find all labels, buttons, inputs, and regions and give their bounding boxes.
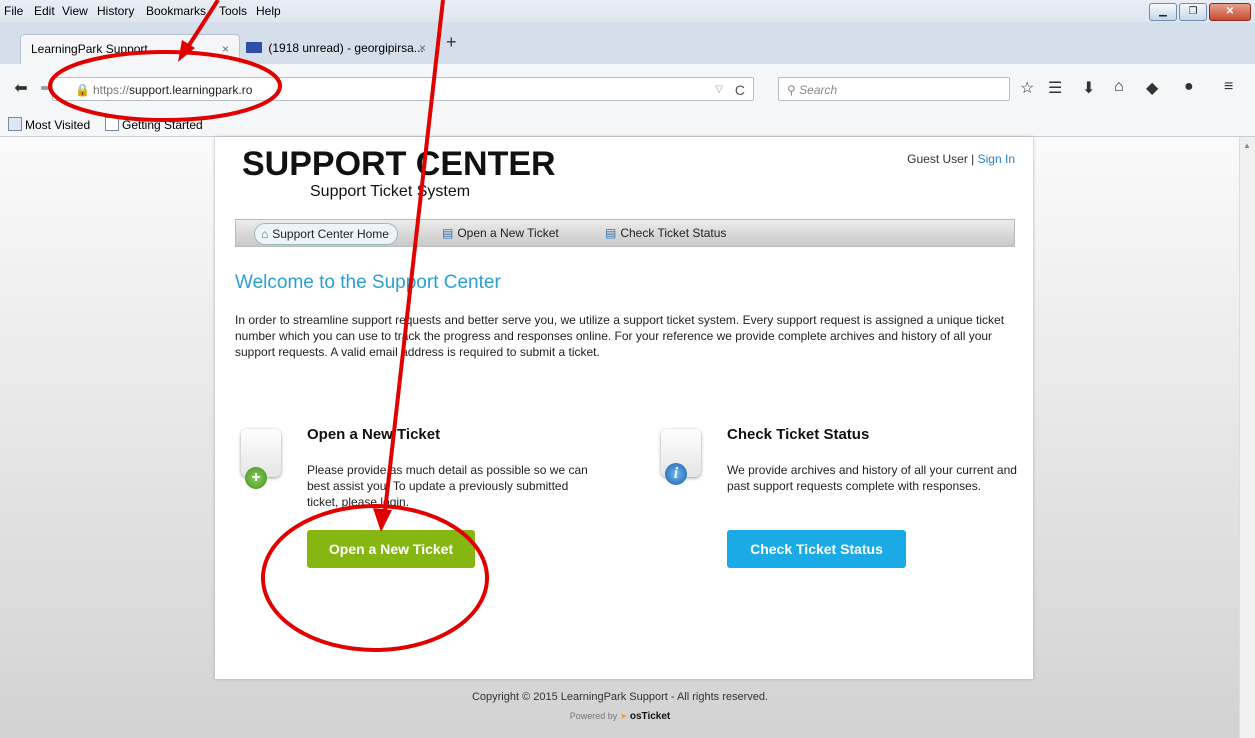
folder-icon <box>8 117 22 131</box>
address-bar[interactable]: 🔒 https://support.learningpark.ro ▽ C <box>52 77 754 101</box>
status-icon: ▤ <box>605 226 617 240</box>
check-status-text: We provide archives and history of all y… <box>727 463 1017 493</box>
tab-label: LearningPark Support <box>31 42 148 56</box>
nav-support-home[interactable]: ⌂ Support Center Home <box>254 223 398 245</box>
open-ticket-title: Open a New Ticket <box>307 426 441 443</box>
info-icon: i <box>665 463 687 485</box>
search-placeholder: Search <box>799 83 838 97</box>
scroll-up-icon[interactable]: ▲ <box>1243 141 1251 150</box>
reading-list-icon[interactable]: ☰ <box>1048 78 1062 98</box>
back-icon[interactable]: ⬅ <box>8 76 34 102</box>
check-ticket-status-button[interactable]: Check Ticket Status <box>727 530 906 568</box>
lock-icon: 🔒 <box>75 83 90 97</box>
pocket-icon[interactable]: ◆ <box>1146 78 1158 98</box>
logo-title[interactable]: SUPPORT CENTER <box>242 145 556 184</box>
home-icon[interactable]: ⌂ <box>1114 78 1124 96</box>
plus-icon: + <box>245 467 267 489</box>
bookmark-most-visited[interactable]: Most Visited <box>8 114 90 136</box>
menu-tools[interactable]: Tools <box>219 4 247 18</box>
osticket-link[interactable]: osTicket <box>630 711 670 722</box>
sign-in-link[interactable]: Sign In <box>978 152 1015 166</box>
menu-file[interactable]: File <box>4 4 23 18</box>
new-ticket-icon: ▤ <box>442 226 454 240</box>
url-dropdown-icon[interactable]: ▽ <box>715 78 723 102</box>
maximize-icon[interactable]: ❐ <box>1179 3 1207 21</box>
menu-bookmarks[interactable]: Bookmarks <box>146 4 206 18</box>
page-icon <box>105 117 119 131</box>
mail-icon <box>246 42 262 53</box>
tab-bar: LearningPark Support × (1918 unread) - g… <box>0 22 1255 64</box>
navigation-toolbar: ⬅ ➡ 🔒 https://support.learningpark.ro ▽ … <box>0 64 1255 114</box>
osticket-logo-icon: ➤ <box>619 711 628 721</box>
url-text: https://support.learningpark.ro <box>93 83 253 97</box>
search-input[interactable]: ⚲ Search <box>778 77 1010 101</box>
copyright-text: Copyright © 2015 LearningPark Support - … <box>471 691 769 703</box>
user-links: Guest User | Sign In <box>907 152 1015 166</box>
window-controls: ▁ ❐ ✕ <box>1149 3 1251 21</box>
home-icon: ⌂ <box>261 227 269 241</box>
intro-paragraph: In order to streamline support requests … <box>235 313 1005 359</box>
close-tab-icon[interactable]: × <box>419 34 426 62</box>
guest-user-label: Guest User | <box>907 152 975 166</box>
close-window-icon[interactable]: ✕ <box>1209 3 1251 21</box>
support-page: SUPPORT CENTER Support Ticket System Gue… <box>215 137 1033 679</box>
tab-mail[interactable]: (1918 unread) - georgipirsa... × <box>236 34 436 64</box>
tab-label: (1918 unread) - georgipirsa... <box>268 41 424 55</box>
menu-help[interactable]: Help <box>256 4 281 18</box>
downloads-icon[interactable]: ⬇ <box>1082 78 1095 98</box>
tab-learningpark[interactable]: LearningPark Support × <box>20 34 240 64</box>
menu-bar: File Edit View History Bookmarks Tools H… <box>0 0 1255 22</box>
bookmark-star-icon[interactable]: ☆ <box>1020 78 1034 98</box>
chat-icon[interactable]: ● <box>1184 78 1194 96</box>
bookmarks-toolbar: Most Visited Getting Started <box>0 114 1255 137</box>
nav-open-ticket[interactable]: ▤ Open a New Ticket <box>436 223 567 243</box>
reload-icon[interactable]: C <box>735 78 745 102</box>
search-icon: ⚲ <box>787 83 796 97</box>
menu-history[interactable]: History <box>97 4 134 18</box>
minimize-icon[interactable]: ▁ <box>1149 3 1177 21</box>
open-ticket-text: Please provide as much detail as possibl… <box>307 463 588 509</box>
new-tab-button[interactable]: + <box>446 32 457 53</box>
welcome-heading: Welcome to the Support Center <box>235 272 501 293</box>
close-tab-icon[interactable]: × <box>222 35 229 63</box>
vertical-scrollbar[interactable]: ▲ <box>1239 137 1255 738</box>
site-nav: ⌂ Support Center Home ▤ Open a New Ticket … <box>235 219 1015 247</box>
menu-edit[interactable]: Edit <box>34 4 55 18</box>
open-new-ticket-button[interactable]: Open a New Ticket <box>307 530 475 568</box>
menu-view[interactable]: View <box>62 4 88 18</box>
nav-check-status[interactable]: ▤ Check Ticket Status <box>599 223 734 243</box>
check-status-title: Check Ticket Status <box>727 426 870 443</box>
bookmark-getting-started[interactable]: Getting Started <box>105 114 203 136</box>
menu-hamburger-icon[interactable]: ≡ <box>1224 78 1233 96</box>
powered-by: Powered by ➤ osTicket <box>569 711 671 722</box>
logo-subtitle: Support Ticket System <box>310 183 471 200</box>
